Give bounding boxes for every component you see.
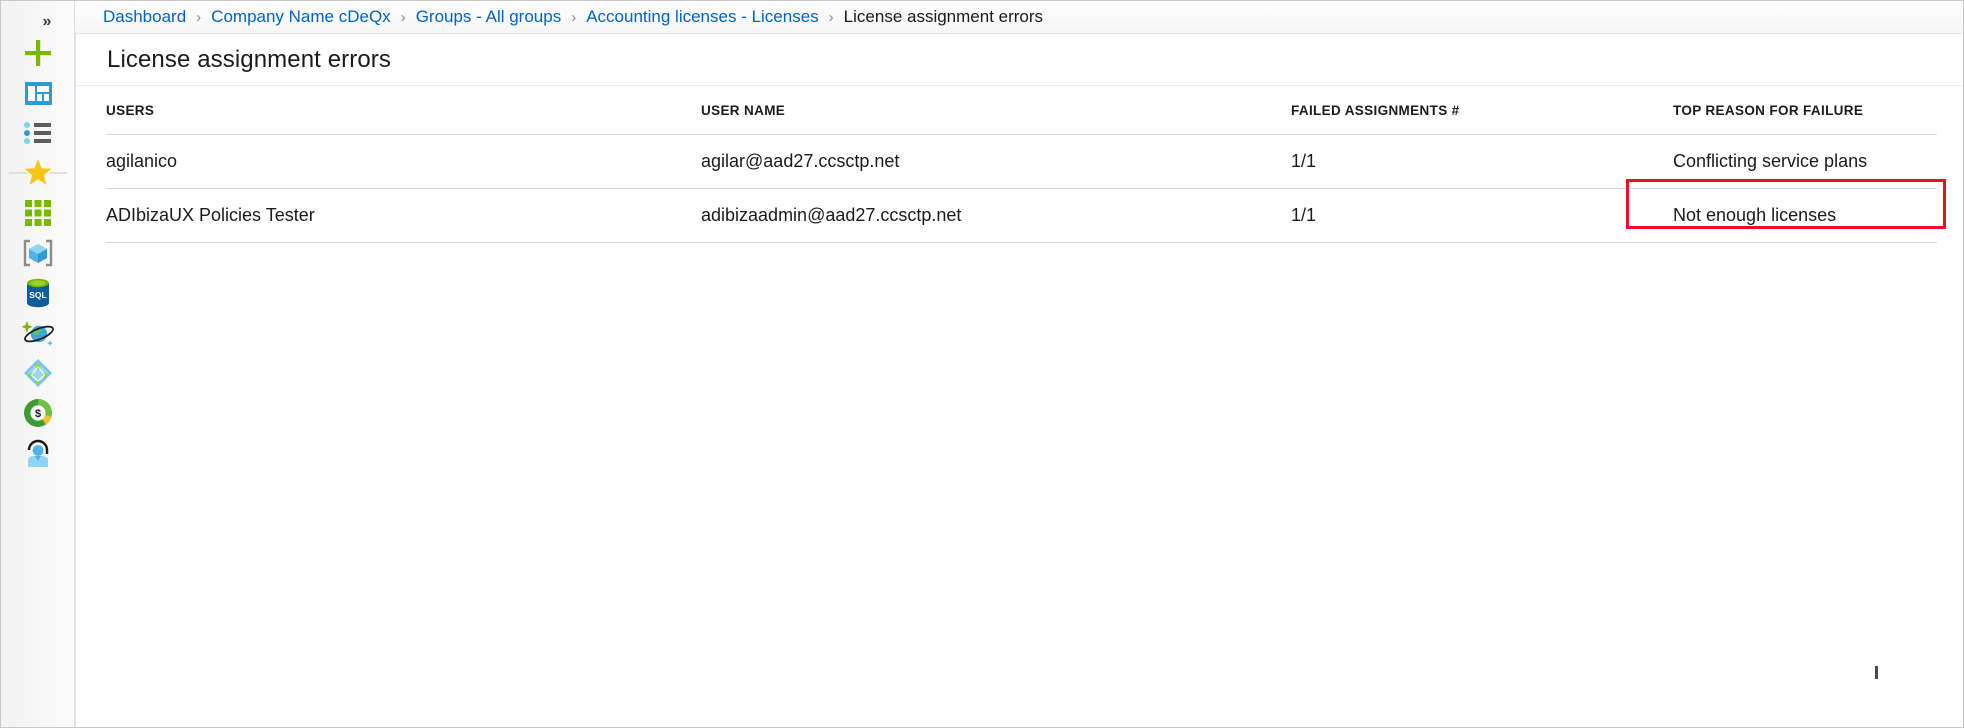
dollar-pie-icon: $	[23, 398, 53, 428]
cell-users: ADIbizaUX Policies Tester	[106, 205, 315, 225]
sql-database-icon: SQL	[25, 278, 51, 308]
breadcrumb-item-accounting-licenses[interactable]: Accounting licenses - Licenses	[586, 7, 818, 27]
dashboard-icon	[24, 81, 52, 105]
column-header-failed-assignments[interactable]: FAILED ASSIGNMENTS #	[1291, 103, 1673, 118]
breadcrumb-separator: ›	[196, 8, 202, 26]
breadcrumb: Dashboard › Company Name cDeQx › Groups …	[75, 1, 1963, 34]
text-caret-artifact	[1875, 666, 1878, 679]
main-content-area: Dashboard › Company Name cDeQx › Groups …	[75, 1, 1963, 727]
sidebar-item-favorites[interactable]	[1, 151, 75, 195]
chevron-double-right-icon: »	[42, 13, 52, 30]
sidebar-item-dashboard[interactable]	[1, 71, 75, 115]
breadcrumb-separator: ›	[571, 8, 577, 26]
breadcrumb-item-dashboard[interactable]: Dashboard	[103, 7, 186, 27]
blade-header: License assignment errors	[76, 34, 1963, 86]
license-errors-table: USERS USER NAME FAILED ASSIGNMENTS # TOP…	[76, 86, 1963, 243]
sidebar-item-help-and-support[interactable]	[1, 431, 75, 475]
sidebar-item-azure-cosmos-db[interactable]	[1, 311, 75, 355]
cell-top-reason-for-failure: Conflicting service plans	[1673, 151, 1868, 171]
column-header-users[interactable]: USERS	[106, 103, 701, 118]
column-header-top-reason-for-failure[interactable]: TOP REASON FOR FAILURE	[1673, 103, 1937, 118]
svg-text:SQL: SQL	[29, 290, 46, 300]
breadcrumb-separator: ›	[400, 8, 406, 26]
cell-failed-assignments: 1/1	[1291, 151, 1317, 171]
star-icon	[9, 159, 67, 185]
grid-icon	[25, 200, 51, 226]
sidebar-item-sql-databases[interactable]: SQL	[1, 271, 75, 315]
plus-icon	[23, 38, 53, 68]
sidebar-scrollbar-track[interactable]	[68, 37, 141, 727]
cell-users: agilanico	[106, 151, 178, 171]
person-headset-icon	[24, 438, 52, 468]
sidebar-item-all-services[interactable]	[1, 191, 75, 235]
cell-user-name: agilar@aad27.ccsctp.net	[701, 151, 900, 171]
column-header-user-name[interactable]: USER NAME	[701, 103, 1291, 118]
left-navigation-sidebar: » SQL $	[1, 1, 141, 727]
breadcrumb-separator: ›	[828, 8, 834, 26]
sidebar-item-cost-management[interactable]: $	[1, 391, 75, 435]
table-row[interactable]: agilanico agilar@aad27.ccsctp.net 1/1 Co…	[106, 135, 1937, 189]
page-title: License assignment errors	[107, 45, 391, 73]
license-assignment-errors-blade: License assignment errors USERS USER NAM…	[75, 34, 1963, 727]
breadcrumb-item-current: License assignment errors	[843, 7, 1044, 26]
azure-portal-window: » SQL $ Dashboard › Company Name cDeQx ›…	[0, 0, 1964, 728]
sidebar-item-all-resources[interactable]	[1, 111, 75, 155]
breadcrumb-item-groups-all-groups[interactable]: Groups - All groups	[416, 7, 562, 27]
sidebar-item-resource-groups[interactable]	[1, 231, 75, 275]
cell-user-name: adibizaadmin@aad27.ccsctp.net	[701, 205, 962, 225]
diamond-icon	[23, 358, 53, 388]
sidebar-item-azure-active-directory[interactable]	[1, 351, 75, 395]
cell-failed-assignments: 1/1	[1291, 205, 1317, 225]
planet-icon	[22, 318, 54, 348]
table-header-row: USERS USER NAME FAILED ASSIGNMENTS # TOP…	[106, 86, 1937, 135]
svg-text:$: $	[35, 408, 41, 420]
cell-top-reason-for-failure: Not enough licenses	[1673, 205, 1837, 225]
list-icon	[24, 122, 52, 144]
sidebar-item-create-a-resource[interactable]	[1, 31, 75, 75]
cube-icon	[23, 239, 53, 267]
breadcrumb-item-company-name[interactable]: Company Name cDeQx	[211, 7, 391, 27]
table-row[interactable]: ADIbizaUX Policies Tester adibizaadmin@a…	[106, 189, 1937, 243]
